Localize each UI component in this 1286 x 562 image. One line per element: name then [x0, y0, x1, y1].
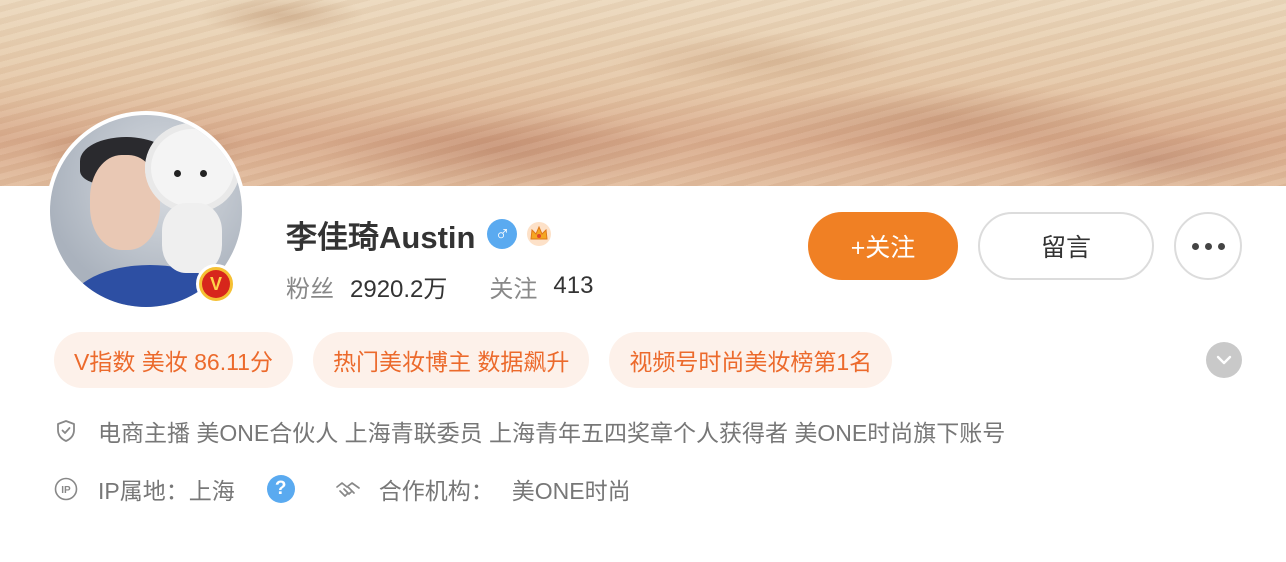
following-count[interactable]: 413 — [553, 272, 593, 300]
ellipsis-icon — [1191, 242, 1199, 250]
expand-tags-button[interactable] — [1206, 342, 1242, 378]
verified-v-icon: V — [196, 264, 236, 304]
org-label: 合作机构： — [378, 478, 494, 504]
ip-icon: IP — [54, 477, 78, 501]
tag-hot-blogger[interactable]: 热门美妆博主 数据飙升 — [312, 332, 590, 388]
message-button[interactable]: 留言 — [978, 212, 1154, 280]
tag-video-rank[interactable]: 视频号时尚美妆榜第1名 — [609, 332, 893, 388]
following-label[interactable]: 关注 — [489, 269, 537, 304]
org-value[interactable]: 美ONE时尚 — [512, 472, 631, 506]
shield-check-icon — [54, 419, 78, 443]
ip-org-row: IP IP属地：上海 ? 合作机构： 美ONE时尚 — [54, 471, 631, 507]
help-icon[interactable]: ? — [266, 475, 295, 503]
fans-label[interactable]: 粉丝 — [286, 269, 334, 304]
tag-list: V指数 美妆 86.11分 热门美妆博主 数据飙升 视频号时尚美妆榜第1名 — [54, 332, 893, 388]
male-icon: ♂ — [487, 219, 518, 249]
more-options-button[interactable] — [1174, 212, 1242, 280]
crown-icon[interactable] — [525, 220, 553, 248]
chevron-down-icon — [1216, 355, 1232, 365]
verification-text: 电商主播 美ONE合伙人 上海青联委员 上海青年五四奖章个人获得者 美ONE时尚… — [98, 420, 1006, 446]
tag-v-index[interactable]: V指数 美妆 86.11分 — [54, 332, 293, 388]
handshake-icon — [335, 476, 361, 502]
ip-location: IP属地：上海 — [98, 478, 235, 504]
profile-name: 李佳琦Austin — [286, 219, 476, 255]
profile-header: 李佳琦Austin ♂ — [286, 212, 553, 256]
follow-button[interactable]: +关注 — [808, 212, 958, 280]
svg-text:IP: IP — [61, 485, 71, 496]
profile-stats: 粉丝 2920.2万 关注 413 — [286, 268, 593, 304]
fans-count[interactable]: 2920.2万 — [350, 269, 447, 304]
verification-row: 电商主播 美ONE合伙人 上海青联委员 上海青年五四奖章个人获得者 美ONE时尚… — [54, 413, 1005, 449]
